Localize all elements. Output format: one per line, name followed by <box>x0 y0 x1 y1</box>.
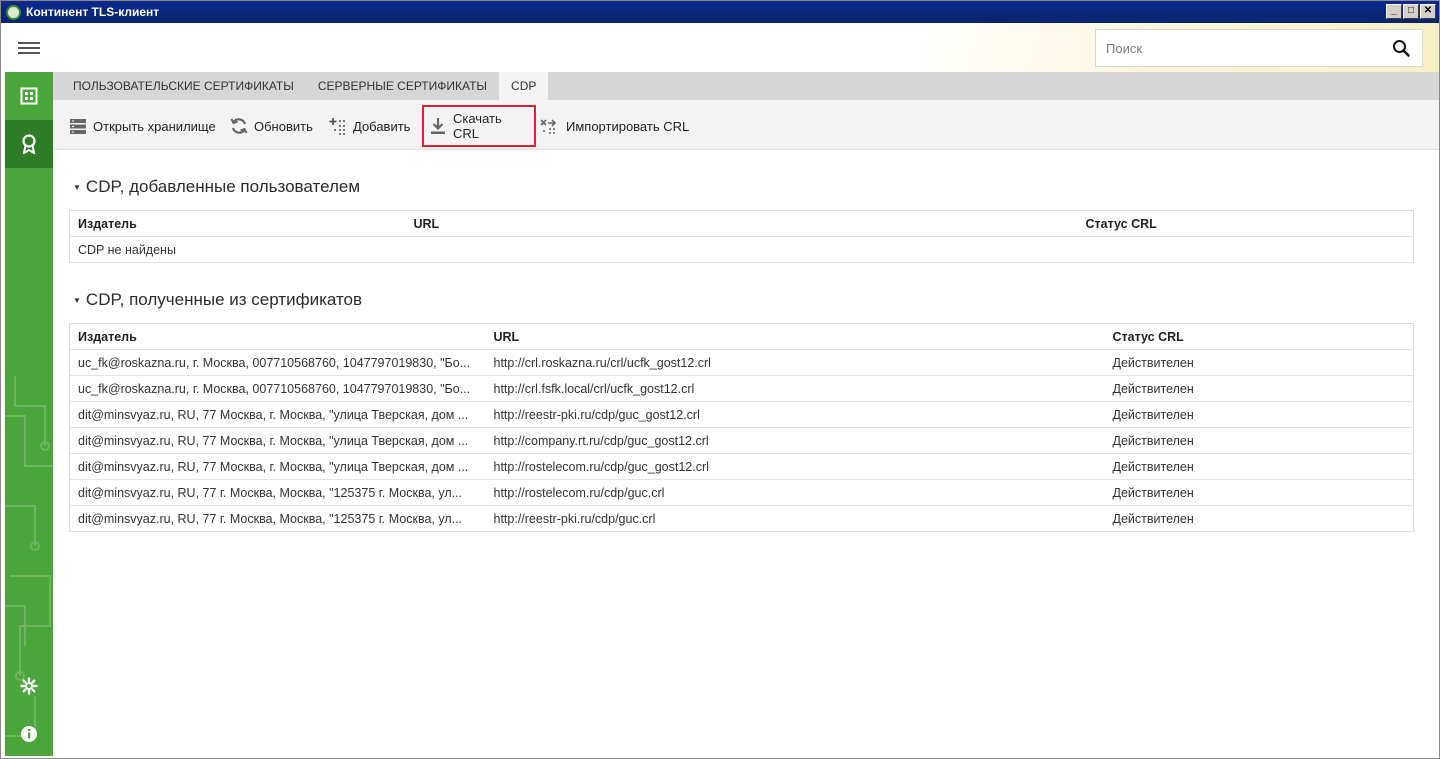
column-header-url[interactable]: URL <box>485 323 1105 350</box>
title-bar: Континент TLS-клиент _ □ ✕ <box>1 1 1439 23</box>
gear-icon <box>20 677 38 695</box>
tab-bar: ПОЛЬЗОВАТЕЛЬСКИЕ СЕРТИФИКАТЫ СЕРВЕРНЫЕ С… <box>53 72 1439 100</box>
app-logo-icon <box>6 4 21 20</box>
minimize-button[interactable]: _ <box>1386 4 1402 19</box>
table-header-row: Издатель URL Статус CRL <box>69 210 1414 237</box>
refresh-label: Обновить <box>254 118 313 134</box>
table-row[interactable]: dit@minsvyaz.ru, RU, 77 Москва, г. Москв… <box>69 427 1414 454</box>
cell-crl-status: Действителен <box>1104 375 1414 402</box>
download-icon <box>431 118 445 134</box>
cert-cdp-title: CDP, полученные из сертификатов <box>85 290 363 309</box>
sidebar-item-settings[interactable] <box>5 662 53 710</box>
table-row[interactable]: dit@minsvyaz.ru, RU, 77 Москва, г. Москв… <box>69 401 1414 428</box>
collapse-arrow-icon[interactable]: ▼ <box>73 183 81 192</box>
app-header <box>1 23 1439 72</box>
cell-issuer: dit@minsvyaz.ru, RU, 77 Москва, г. Москв… <box>69 453 486 480</box>
cell-url: http://reestr-pki.ru/cdp/guc.crl <box>485 505 1105 532</box>
tab-user-certificates[interactable]: ПОЛЬЗОВАТЕЛЬСКИЕ СЕРТИФИКАТЫ <box>61 72 306 100</box>
app-window: Континент TLS-клиент _ □ ✕ Поиск ПОЛЬЗОВ… <box>0 0 1440 759</box>
cell-url: http://reestr-pki.ru/cdp/guc_gost12.crl <box>485 401 1105 428</box>
cell-issuer: dit@minsvyaz.ru, RU, 77 Москва, г. Москв… <box>69 401 486 428</box>
cell-url: http://company.rt.ru/cdp/guc_gost12.crl <box>485 427 1105 454</box>
table-row[interactable]: dit@minsvyaz.ru, RU, 77 Москва, г. Москв… <box>69 453 1414 480</box>
search-icon[interactable] <box>1392 39 1410 57</box>
storage-icon <box>70 118 86 134</box>
collapse-arrow-icon[interactable]: ▼ <box>73 296 81 305</box>
import-crl-label: Импортировать CRL <box>566 118 690 134</box>
cell-url: http://crl.roskazna.ru/crl/ucfk_gost12.c… <box>485 349 1105 376</box>
close-button[interactable]: ✕ <box>1420 4 1436 19</box>
open-storage-label: Открыть хранилище <box>93 118 216 134</box>
cell-crl-status: Действителен <box>1104 427 1414 454</box>
user-cdp-table: Издатель URL Статус CRL CDP не найдены <box>69 210 1414 263</box>
sidebar <box>5 72 53 756</box>
import-crl-button[interactable]: Импортировать CRL <box>534 105 695 147</box>
cell-issuer: uc_fk@roskazna.ru, г. Москва, 0077105687… <box>69 375 486 402</box>
cell-crl-status: Действителен <box>1104 479 1414 506</box>
open-storage-button[interactable]: Открыть хранилище <box>63 105 222 147</box>
add-icon <box>329 118 345 135</box>
dashboard-icon <box>20 87 38 105</box>
sidebar-item-dashboard[interactable] <box>5 72 53 120</box>
tab-server-certificates[interactable]: СЕРВЕРНЫЕ СЕРТИФИКАТЫ <box>306 72 499 100</box>
maximize-button[interactable]: □ <box>1403 4 1419 19</box>
column-header-issuer[interactable]: Издатель <box>69 210 406 237</box>
sidebar-item-about[interactable] <box>5 710 53 756</box>
empty-row: CDP не найдены <box>69 236 1414 263</box>
import-icon <box>540 119 557 134</box>
cell-url: http://rostelecom.ru/cdp/guc_gost12.crl <box>485 453 1105 480</box>
certificate-icon <box>22 134 36 154</box>
cell-crl-status: Действителен <box>1104 349 1414 376</box>
refresh-icon <box>230 118 248 134</box>
cell-issuer: dit@minsvyaz.ru, RU, 77 г. Москва, Москв… <box>69 505 486 532</box>
column-header-crl-status[interactable]: Статус CRL <box>1077 210 1414 237</box>
window-title: Континент TLS-клиент <box>26 5 160 19</box>
table-row[interactable]: dit@minsvyaz.ru, RU, 77 г. Москва, Москв… <box>69 479 1414 506</box>
info-icon <box>21 726 37 742</box>
column-header-crl-status[interactable]: Статус CRL <box>1104 323 1414 350</box>
column-header-issuer[interactable]: Издатель <box>69 323 486 350</box>
table-row[interactable]: uc_fk@roskazna.ru, г. Москва, 0077105687… <box>69 349 1414 376</box>
cell-url: http://crl.fsfk.local/crl/ucfk_gost12.cr… <box>485 375 1105 402</box>
refresh-button[interactable]: Обновить <box>224 105 319 147</box>
table-row[interactable]: uc_fk@roskazna.ru, г. Москва, 0077105687… <box>69 375 1414 402</box>
sidebar-item-certificates[interactable] <box>5 120 53 168</box>
table-header-row: Издатель URL Статус CRL <box>69 323 1414 350</box>
cell-issuer: dit@minsvyaz.ru, RU, 77 Москва, г. Москв… <box>69 427 486 454</box>
download-crl-label: Скачать CRL <box>453 111 502 141</box>
tab-cdp[interactable]: CDP <box>499 72 549 100</box>
toolbar: Открыть хранилище Обновить Добавить Скач… <box>53 100 1439 150</box>
user-cdp-title: CDP, добавленные пользователем <box>85 177 361 196</box>
cell-issuer: uc_fk@roskazna.ru, г. Москва, 0077105687… <box>69 349 486 376</box>
cert-cdp-table: Издатель URL Статус CRL uc_fk@roskazna.r… <box>69 323 1414 532</box>
cell-crl-status: Действителен <box>1104 401 1414 428</box>
cell-crl-status: Действителен <box>1104 453 1414 480</box>
menu-icon[interactable] <box>18 42 40 54</box>
cell-url: http://rostelecom.ru/cdp/guc.crl <box>485 479 1105 506</box>
cell-crl-status: Действителен <box>1104 505 1414 532</box>
cell-issuer: dit@minsvyaz.ru, RU, 77 г. Москва, Москв… <box>69 479 486 506</box>
table-row[interactable]: dit@minsvyaz.ru, RU, 77 г. Москва, Москв… <box>69 505 1414 532</box>
download-crl-button[interactable]: Скачать CRL <box>422 105 536 147</box>
add-button[interactable]: Добавить <box>323 105 416 147</box>
empty-message: CDP не найдены <box>69 236 1414 263</box>
window-controls: _ □ ✕ <box>1386 4 1436 19</box>
search-box <box>1095 29 1423 67</box>
user-cdp-section-header[interactable]: ▼ CDP, добавленные пользователем <box>73 177 360 197</box>
search-input[interactable] <box>1096 30 1386 66</box>
add-label: Добавить <box>353 118 411 134</box>
cert-cdp-section-header[interactable]: ▼ CDP, полученные из сертификатов <box>73 290 362 310</box>
column-header-url[interactable]: URL <box>405 210 1078 237</box>
